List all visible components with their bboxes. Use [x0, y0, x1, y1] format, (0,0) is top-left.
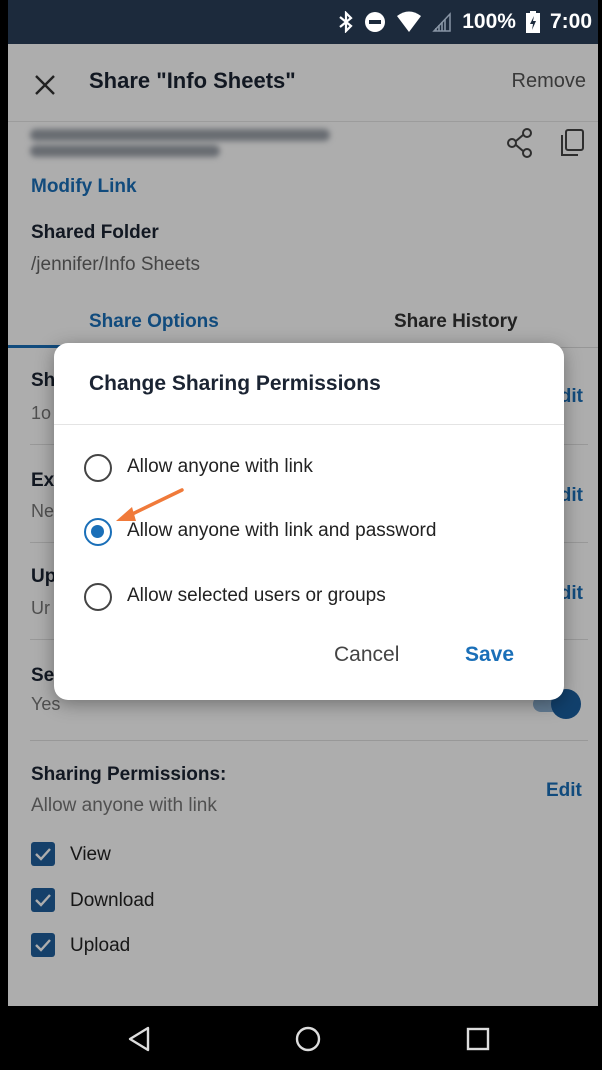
battery-percent: 100%	[462, 10, 516, 33]
home-icon	[295, 1026, 321, 1052]
battery-charging-icon	[525, 11, 540, 33]
back-button[interactable]	[122, 1022, 156, 1056]
save-button[interactable]: Save	[465, 643, 514, 667]
annotation-arrow	[112, 487, 186, 532]
status-time: 7:00	[549, 10, 592, 33]
radio-label: Allow selected users or groups	[127, 585, 386, 606]
recents-button[interactable]	[461, 1022, 495, 1056]
wifi-icon	[396, 11, 422, 33]
do-not-disturb-icon	[364, 11, 386, 33]
radio-button-selected[interactable]	[84, 518, 112, 546]
app-screen: 100% 7:00 Share "Info Sheets" Remove Mod…	[0, 0, 602, 1070]
system-navigation-bar	[8, 1006, 598, 1070]
cancel-button[interactable]: Cancel	[334, 643, 399, 667]
radio-button[interactable]	[84, 583, 112, 611]
home-button[interactable]	[291, 1022, 325, 1056]
bluetooth-icon	[338, 11, 354, 33]
back-icon	[128, 1026, 150, 1052]
recents-icon	[466, 1027, 490, 1051]
dialog-header: Change Sharing Permissions	[54, 343, 564, 425]
radio-option-anyone-with-link[interactable]: Allow anyone with link	[84, 454, 544, 486]
signal-icon	[432, 11, 452, 33]
radio-label: Allow anyone with link	[127, 456, 313, 477]
status-bar: 100% 7:00	[8, 0, 598, 44]
dialog-title: Change Sharing Permissions	[89, 372, 381, 395]
radio-option-selected-users[interactable]: Allow selected users or groups	[84, 583, 544, 615]
radio-button[interactable]	[84, 454, 112, 482]
